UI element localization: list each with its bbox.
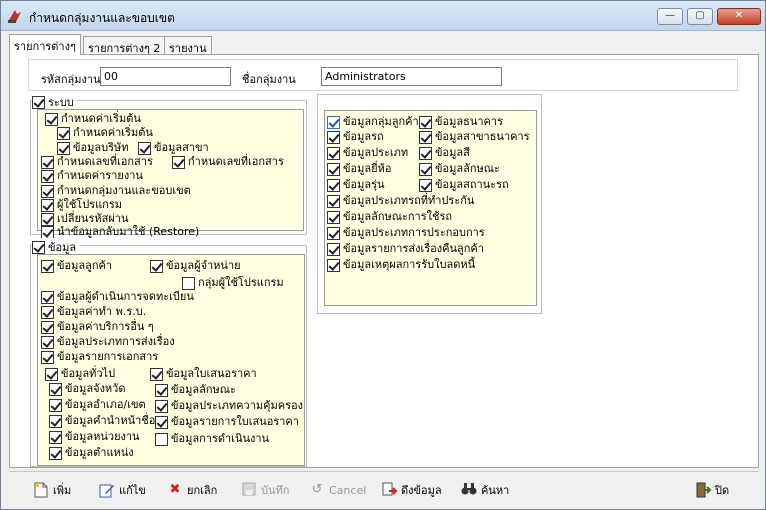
right-item[interactable]: ข้อมูลประเภท — [327, 146, 408, 160]
title-bar[interactable]: กำหนดกลุ่มงานและขอบเขต — ▢ ✕ — [1, 1, 765, 31]
tab-report[interactable]: รายงาน — [164, 36, 212, 55]
edit-icon — [99, 482, 115, 498]
system-item[interactable]: กำหนดค่ารายงาน — [41, 169, 143, 183]
fetch-data-icon — [381, 482, 398, 498]
group-code-input[interactable] — [100, 67, 231, 86]
data-item[interactable]: ข้อมูลอำเภอ/เขต — [49, 398, 146, 412]
right-item[interactable]: ข้อมูลยี่ห้อ — [327, 162, 391, 176]
right-item[interactable]: ข้อมูลสี — [419, 146, 470, 160]
search-button[interactable]: ค้นหา — [461, 480, 509, 500]
exit-door-icon — [695, 482, 712, 498]
data-item[interactable]: ข้อมูลลูกค้า — [41, 259, 112, 273]
window-title: กำหนดกลุ่มงานและขอบเขต — [29, 11, 175, 25]
save-button[interactable]: บันทึก — [241, 480, 289, 500]
close-button[interactable]: ปิด — [695, 480, 729, 500]
undo-icon: ↺ — [311, 482, 323, 497]
app-icon — [7, 8, 23, 24]
right-item[interactable]: ข้อมูลประเภทรถที่ทำประกัน — [327, 194, 474, 208]
edit-button[interactable]: แก้ไข — [99, 480, 146, 500]
system-item[interactable]: ข้อมูลสาขา — [138, 141, 209, 155]
tab-items[interactable]: รายการต่างๆ — [9, 34, 81, 55]
system-checkbox[interactable] — [32, 95, 45, 109]
data-item[interactable]: ข้อมูลการดำเนินงาน — [155, 432, 269, 446]
cancel-th-button[interactable]: ✖ ยกเลิก — [167, 480, 218, 500]
data-item[interactable]: ข้อมูลหน่วยงาน — [49, 430, 140, 444]
data-checkbox[interactable] — [32, 240, 45, 254]
right-item[interactable]: ข้อมูลรุ่น — [327, 178, 385, 192]
data-item[interactable]: ข้อมูลค่าบริการอื่น ๆ — [41, 320, 154, 334]
system-item[interactable]: กำหนดเลขที่เอกสาร — [172, 155, 284, 169]
right-item[interactable]: ข้อมูลสาขาธนาคาร — [419, 130, 530, 144]
data-item[interactable]: ข้อมูลรายการเอกสาร — [41, 350, 158, 364]
bottom-toolbar: เพิ่ม แก้ไข ✖ ยกเลิก บันทึก ↺ Cancel ดึง… — [9, 471, 759, 505]
data-item[interactable]: ข้อมูลรายการใบเสนอราคา — [155, 415, 299, 429]
right-item[interactable]: ข้อมูลลักษณะ — [419, 162, 500, 176]
right-item[interactable]: ข้อมูลรายการส่งเรื่องคืนลูกค้า — [327, 242, 484, 256]
system-item[interactable]: กำหนดค่าเริ่มต้น — [45, 112, 141, 126]
data-item[interactable]: ข้อมูลผู้ดำเนินการจดทะเบียน — [41, 290, 194, 304]
maximize-icon[interactable]: ▢ — [687, 8, 713, 25]
system-item[interactable]: กำหนดเลขที่เอกสาร — [41, 155, 153, 169]
right-item[interactable]: ข้อมูลเหตุผลการรับใบลดหนี้ — [327, 258, 475, 272]
minimize-icon[interactable]: — — [657, 8, 683, 25]
system-item[interactable]: เปลี่ยนรหัสผ่าน — [41, 212, 128, 226]
right-item[interactable]: ข้อมูลธนาคาร — [419, 115, 503, 129]
fetch-button[interactable]: ดึงข้อมูล — [381, 480, 442, 500]
data-item[interactable]: ข้อมูลผู้จำหน่าย — [150, 259, 241, 273]
group-code-label: รหัสกลุ่มงาน — [41, 73, 101, 86]
right-item[interactable]: ข้อมูลกลุ่มลูกค้า — [327, 115, 419, 129]
data-item[interactable]: ข้อมูลค่าทำ พ.ร.บ. — [41, 305, 146, 319]
binoculars-icon — [461, 482, 477, 498]
cancel-en-button[interactable]: ↺ Cancel — [309, 480, 367, 500]
new-document-icon — [33, 482, 49, 498]
add-button[interactable]: เพิ่ม — [33, 480, 71, 500]
right-item[interactable]: ข้อมูลสถานะรถ — [419, 178, 509, 192]
tab-items-2[interactable]: รายการต่างๆ 2 — [83, 36, 166, 55]
system-item[interactable]: ข้อมูลบริษัท — [57, 141, 129, 155]
data-item[interactable]: ข้อมูลใบเสนอราคา — [150, 367, 257, 381]
red-x-icon: ✖ — [169, 482, 181, 497]
group-name-input[interactable] — [321, 67, 502, 86]
right-item[interactable]: ข้อมูลลักษณะการใช้รถ — [327, 210, 452, 224]
right-item[interactable]: ข้อมูลประเภทการประกอบการ — [327, 226, 485, 240]
data-item[interactable]: ข้อมูลตำแหน่ง — [49, 446, 134, 460]
close-icon[interactable]: ✕ — [717, 8, 761, 25]
main-window: กำหนดกลุ่มงานและขอบเขต — ▢ ✕ รายการต่างๆ… — [0, 0, 766, 510]
data-item[interactable]: ข้อมูลจังหวัด — [49, 382, 126, 396]
system-item[interactable]: ผู้ใช้โปรแกรม — [41, 198, 122, 212]
right-item[interactable]: ข้อมูลรถ — [327, 130, 384, 144]
data-item[interactable]: ข้อมูลคำนำหน้าชื่อ — [49, 414, 155, 428]
data-item[interactable]: ข้อมูลลักษณะ — [155, 383, 236, 397]
save-icon — [241, 482, 257, 498]
data-item[interactable]: ข้อมูลประเภทการส่งเรื่อง — [41, 335, 175, 349]
data-item[interactable]: กลุ่มผู้ใช้โปรแกรม — [182, 276, 284, 290]
system-item[interactable]: กำหนดกลุ่มงานและขอบเขต — [41, 184, 191, 198]
system-item[interactable]: กำหนดค่าเริ่มต้น — [57, 126, 153, 140]
data-item[interactable]: ข้อมูลทั่วไป — [45, 367, 115, 381]
system-item[interactable]: นำข้อมูลกลับมาใช้ (Restore) — [41, 225, 199, 239]
data-item[interactable]: ข้อมูลประเภทความคุ้มครอง — [155, 399, 303, 413]
group-name-label: ชื่อกลุ่มงาน — [242, 73, 296, 86]
